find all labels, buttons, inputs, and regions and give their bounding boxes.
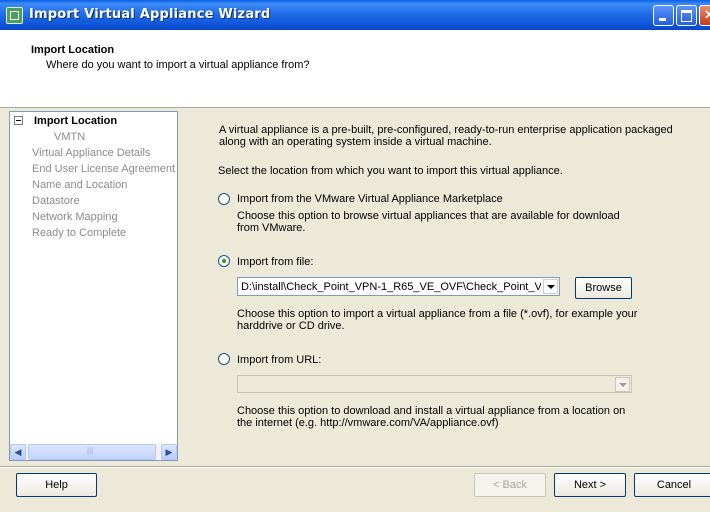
step-name-location: Name and Location — [32, 179, 128, 191]
chevron-down-icon[interactable] — [543, 279, 558, 294]
title-bar: Import Virtual Appliance Wizard — [0, 0, 710, 30]
scroll-right-icon[interactable]: ▶ — [161, 444, 177, 460]
close-button[interactable] — [699, 5, 710, 26]
scroll-thumb[interactable] — [28, 444, 156, 460]
next-button[interactable]: Next > — [554, 473, 626, 497]
back-button[interactable]: < Back — [474, 473, 546, 497]
file-desc-line2: harddrive or CD drive. — [237, 320, 345, 332]
url-label[interactable]: Import from URL: — [237, 354, 321, 366]
select-prompt: Select the location from which you want … — [218, 165, 563, 177]
url-combobox[interactable] — [237, 375, 632, 393]
step-eula: End User License Agreement — [32, 163, 176, 175]
intro-text-line1: A virtual appliance is a pre-built, pre-… — [219, 124, 673, 136]
window-title: Import Virtual Appliance Wizard — [29, 7, 271, 22]
marketplace-label[interactable]: Import from the VMware Virtual Appliance… — [237, 193, 503, 205]
url-desc-line2: the internet (e.g. http://vmware.com/VA/… — [237, 417, 499, 429]
step-datastore: Datastore — [32, 195, 80, 207]
chevron-down-icon[interactable] — [615, 377, 630, 392]
file-path-value: D:\install\Check_Point_VPN-1_R65_VE_OVF\… — [241, 281, 541, 293]
file-path-combobox[interactable]: D:\install\Check_Point_VPN-1_R65_VE_OVF\… — [237, 277, 560, 296]
wizard-steps-panel: Import Location VMTN Virtual Appliance D… — [9, 111, 178, 461]
file-desc-line1: Choose this option to import a virtual a… — [237, 308, 638, 320]
marketplace-radio[interactable] — [218, 193, 230, 205]
step-import-location: Import Location — [34, 115, 118, 127]
step-network-mapping: Network Mapping — [32, 211, 118, 223]
step-vmtn: VMTN — [54, 131, 86, 143]
header-subtitle: Where do you want to import a virtual ap… — [46, 59, 310, 71]
cancel-button[interactable]: Cancel — [634, 473, 710, 497]
url-radio[interactable] — [218, 353, 230, 365]
browse-button[interactable]: Browse — [575, 277, 632, 299]
marketplace-desc-line1: Choose this option to browse virtual app… — [237, 210, 620, 222]
app-icon — [6, 7, 23, 24]
scroll-left-icon[interactable]: ◀ — [10, 444, 26, 460]
footer-separator — [0, 466, 710, 468]
minimize-button[interactable] — [653, 5, 674, 26]
step-virtual-appliance-details: Virtual Appliance Details — [32, 147, 151, 159]
maximize-button[interactable] — [676, 5, 697, 26]
collapse-icon[interactable] — [14, 116, 23, 125]
header-title: Import Location — [31, 44, 115, 56]
horizontal-scrollbar[interactable]: ◀ ▶ — [10, 444, 177, 460]
intro-text-line2: along with an operating system inside a … — [219, 136, 492, 148]
file-label[interactable]: Import from file: — [237, 256, 313, 268]
wizard-header: Import Location Where do you want to imp… — [0, 30, 710, 108]
help-button[interactable]: Help — [16, 473, 97, 497]
marketplace-desc-line2: from VMware. — [237, 222, 306, 234]
url-desc-line1: Choose this option to download and insta… — [237, 405, 626, 417]
step-ready-to-complete: Ready to Complete — [32, 227, 127, 239]
file-radio[interactable] — [218, 255, 230, 267]
